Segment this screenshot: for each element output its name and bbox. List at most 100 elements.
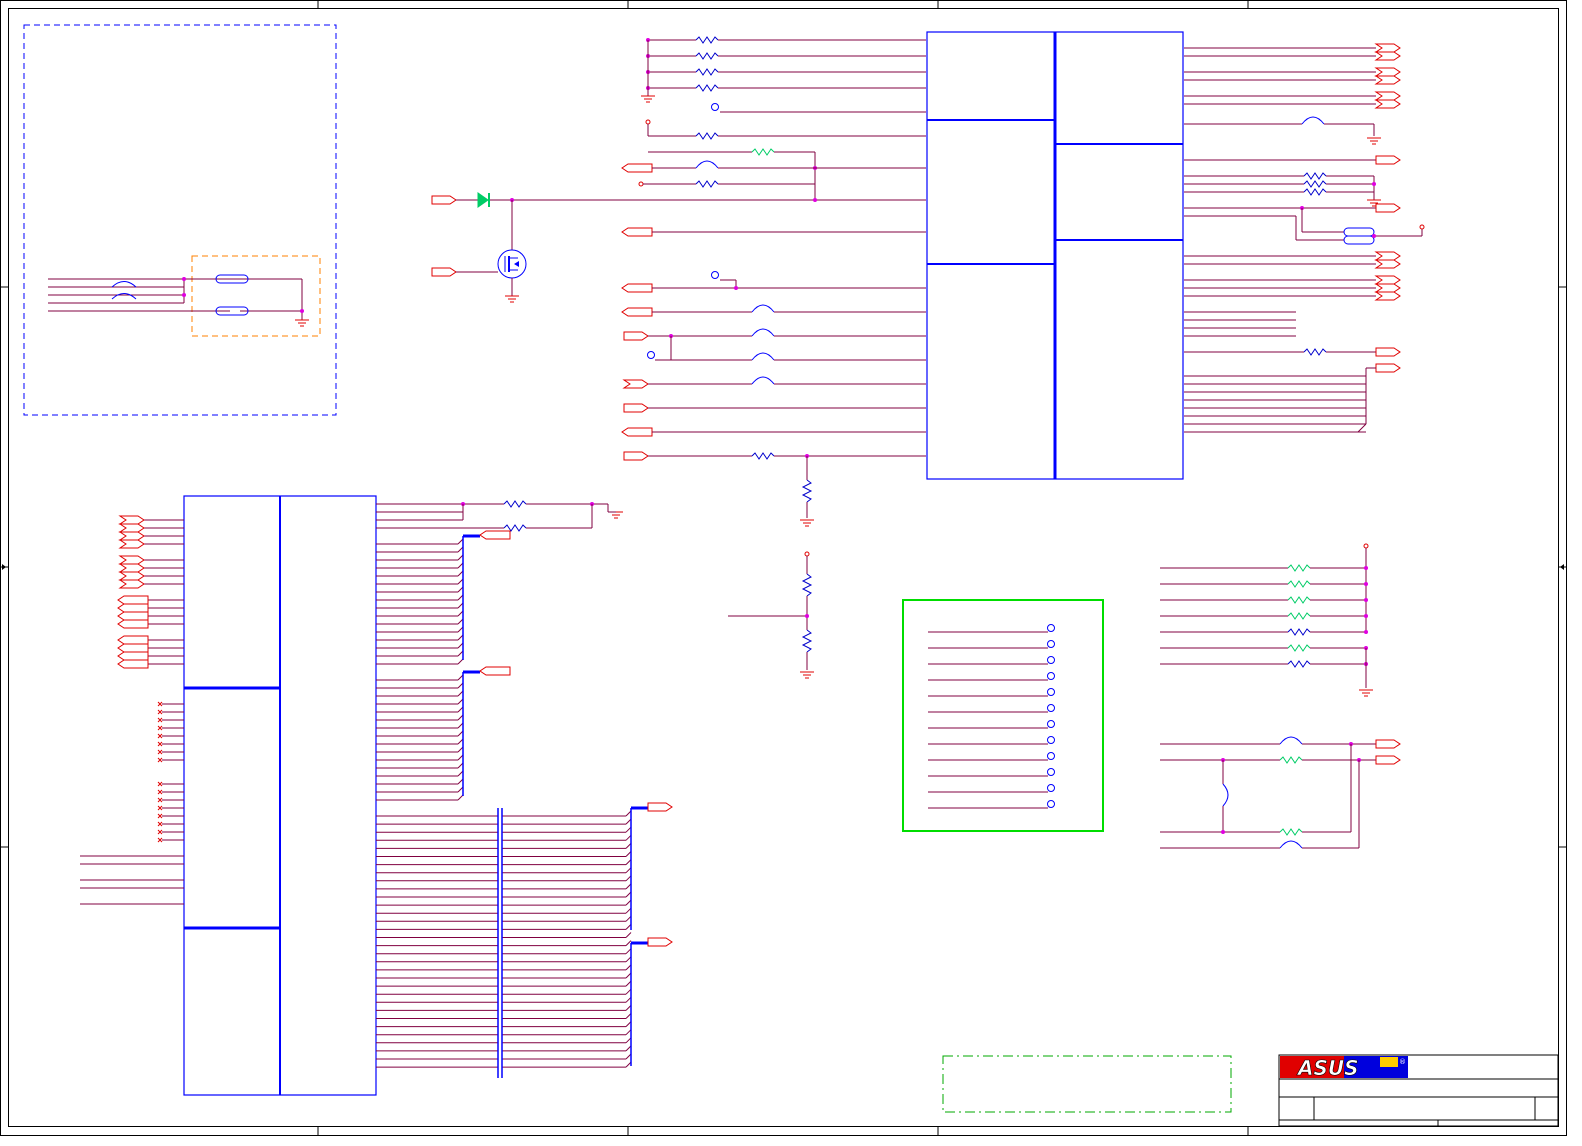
fuse-icon [1343, 235, 1375, 245]
test-point-icon [1363, 543, 1369, 549]
port-icon [621, 227, 653, 237]
jumper-icon [1279, 840, 1303, 849]
resistor-icon [1279, 756, 1303, 764]
resistor-icon [1287, 580, 1311, 588]
diode-icon [477, 192, 490, 208]
port-icon [1375, 739, 1401, 749]
port-icon [1374, 99, 1401, 109]
port-icon [431, 195, 457, 205]
jumper-icon [751, 328, 775, 337]
port-icon [117, 659, 149, 669]
test-point-icon [1047, 720, 1055, 728]
ground-icon [295, 319, 309, 327]
test-point-icon [1047, 672, 1055, 680]
junction-dot [1221, 830, 1225, 834]
resistor-icon [1287, 596, 1311, 604]
no-connect-icon [157, 821, 163, 827]
no-connect-icon [157, 757, 163, 763]
mosfet-icon [497, 249, 527, 279]
port-icon [118, 579, 145, 589]
no-connect-icon [157, 789, 163, 795]
port-icon [621, 427, 653, 437]
port-icon [118, 531, 145, 541]
no-connect-icon [157, 709, 163, 715]
test-point-icon [1047, 656, 1055, 664]
port-icon [623, 331, 649, 341]
port-icon [117, 635, 149, 645]
pullup-array [1160, 543, 1373, 697]
port-icon [1374, 43, 1401, 53]
power-switch-circuit [431, 192, 926, 303]
no-connect-icon [157, 813, 163, 819]
port-icon [118, 539, 145, 549]
test-point-icon [711, 103, 719, 111]
jumper-icon [1301, 116, 1325, 125]
port-icon [1374, 91, 1401, 101]
top-right-nets [1184, 43, 1425, 433]
ground-icon [505, 295, 519, 303]
port-icon [647, 802, 673, 812]
test-point-icon [645, 119, 651, 125]
brand-name: ASUS [1296, 1056, 1359, 1080]
junction-dot [1364, 566, 1368, 570]
port-icon [1374, 75, 1401, 85]
resistor-icon [695, 132, 719, 140]
junction-dot [1372, 234, 1376, 238]
resistor-icon [695, 84, 719, 92]
port-icon [647, 937, 673, 947]
port-icon [118, 515, 145, 525]
resistor-icon [695, 36, 719, 44]
fuse-icon [1343, 227, 1375, 237]
no-connect-icon [157, 837, 163, 843]
ground-icon [800, 671, 814, 679]
resistor-icon [751, 148, 775, 156]
junction-dot [1364, 598, 1368, 602]
port-icon [118, 523, 145, 533]
test-point-icon [647, 351, 655, 359]
chip-bottom [183, 495, 377, 1096]
test-point-icon [1047, 800, 1055, 808]
port-icon [431, 267, 457, 277]
zone-top-left [23, 24, 337, 416]
port-icon [1375, 755, 1401, 765]
ground-icon [641, 95, 655, 103]
test-point-icon [1047, 752, 1055, 760]
port-icon [479, 530, 511, 540]
junction-dot [1364, 582, 1368, 586]
schematic-sheet: ASUS ® [0, 0, 1567, 1136]
port-icon [118, 555, 145, 565]
port-icon [621, 307, 653, 317]
ground-icon [1359, 689, 1373, 697]
port-icon [479, 666, 511, 676]
test-point-icon [1047, 736, 1055, 744]
port-icon [1374, 51, 1401, 61]
test-point-icon [1047, 784, 1055, 792]
port-icon [117, 611, 149, 621]
test-point-icon [711, 271, 719, 279]
jumper-icon [1222, 783, 1229, 807]
test-point-icon [1047, 704, 1055, 712]
title-block: ASUS ® [1278, 1054, 1559, 1127]
test-point-icon [638, 181, 644, 187]
jumper-icon [1279, 736, 1303, 745]
port-icon [1374, 251, 1401, 261]
port-icon [1375, 347, 1401, 357]
no-connect-icon [157, 749, 163, 755]
jumper-icon [695, 160, 719, 169]
port-icon [1374, 283, 1401, 293]
jumper-icon [111, 281, 137, 300]
resistor-icon [1303, 188, 1327, 196]
chip-top [926, 31, 1184, 480]
resistor-icon [1303, 172, 1327, 180]
no-connect-icon [157, 829, 163, 835]
port-icon [1374, 259, 1401, 269]
resistor-icon [1287, 660, 1311, 668]
port-icon [118, 563, 145, 573]
divider-circuit [728, 551, 814, 679]
resistor-icon [1303, 348, 1327, 356]
no-connect-icon [157, 781, 163, 787]
port-icon [1375, 203, 1401, 213]
port-icon [117, 595, 149, 605]
port-icon [117, 619, 149, 629]
junction-dot [1364, 614, 1368, 618]
